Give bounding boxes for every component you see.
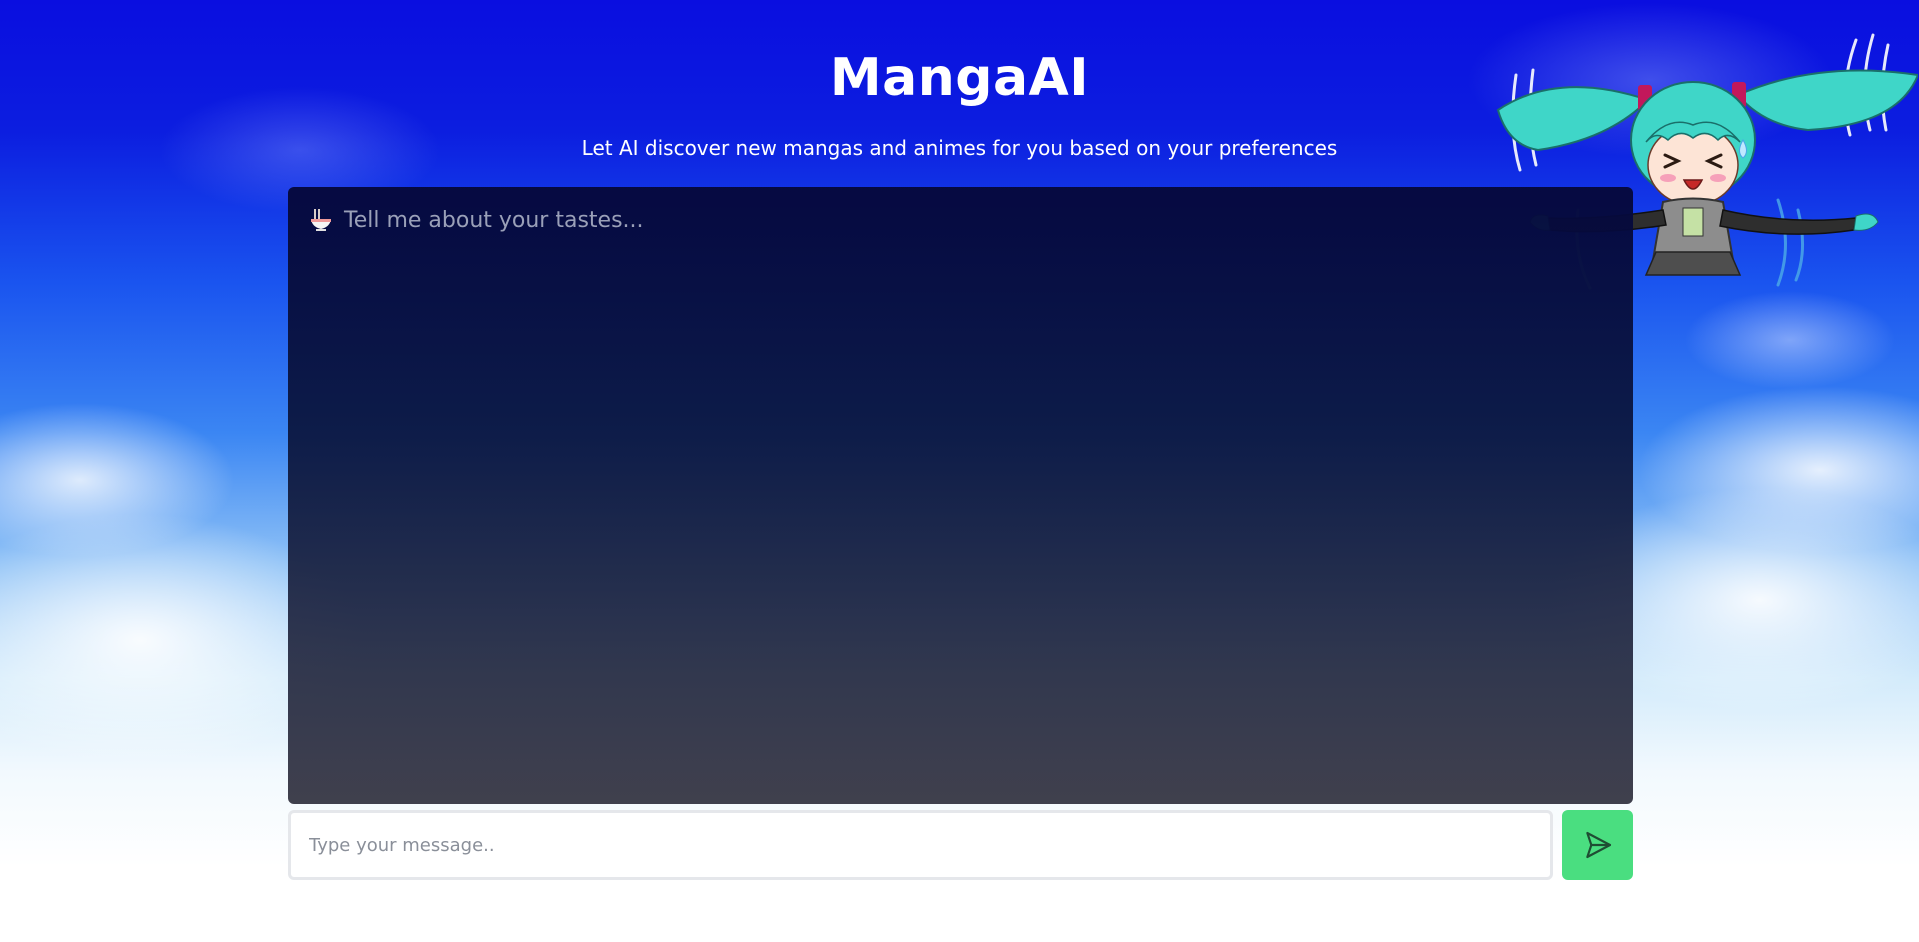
send-icon <box>1585 831 1611 859</box>
chat-history-panel: Tell me about your tastes... <box>288 187 1633 804</box>
send-button[interactable] <box>1562 810 1633 880</box>
ramen-bowl-icon <box>311 209 331 231</box>
message-composer <box>288 810 1633 880</box>
message-input[interactable] <box>288 810 1553 880</box>
chat-intro-text: Tell me about your tastes... <box>344 207 644 233</box>
chat-intro: Tell me about your tastes... <box>308 207 1613 233</box>
